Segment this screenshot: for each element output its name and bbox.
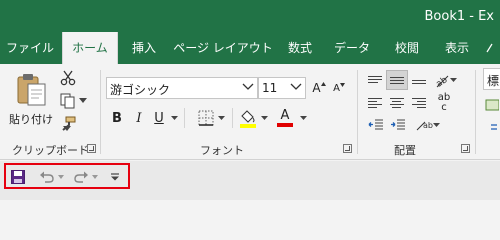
font-dialog-launcher[interactable] xyxy=(343,144,352,153)
title-bar: Book1 - Ex xyxy=(0,0,500,32)
align-bottom-button[interactable] xyxy=(410,70,428,88)
clipboard-dialog-launcher[interactable] xyxy=(87,144,96,153)
font-color-button[interactable]: A xyxy=(270,106,300,130)
grow-font-button[interactable]: A xyxy=(310,77,328,99)
chevron-down-icon xyxy=(242,83,254,90)
increase-indent-button[interactable] xyxy=(388,116,408,134)
scissors-icon xyxy=(60,70,76,86)
currency-button[interactable] xyxy=(484,96,500,114)
chevron-down-icon xyxy=(449,77,457,82)
svg-text:ab: ab xyxy=(423,121,433,130)
align-middle-button[interactable] xyxy=(386,70,408,90)
tab-data[interactable]: データ xyxy=(324,32,380,64)
wrap-text-button[interactable]: ab c xyxy=(432,92,456,114)
decrease-indent-icon xyxy=(368,119,383,130)
number-format-value: 標 xyxy=(487,74,500,88)
ribbon: 貼り付け クリップボード 游ゴシック 11 A A B I U A フォント a… xyxy=(0,64,500,160)
font-color-label: A xyxy=(280,108,290,123)
chevron-down-icon xyxy=(170,115,178,120)
align-bottom-icon xyxy=(412,78,426,86)
clipboard-group-label: クリップボード xyxy=(12,144,89,157)
font-size-value: 11 xyxy=(262,81,278,95)
underline-button[interactable]: U xyxy=(150,108,168,128)
paint-bucket-icon xyxy=(239,110,256,128)
tab-view[interactable]: 表示 xyxy=(434,32,480,64)
chevron-down-icon xyxy=(290,83,302,90)
number-format-combo[interactable]: 標 xyxy=(483,68,500,90)
underline-dropdown[interactable] xyxy=(168,108,180,128)
fill-color-button[interactable] xyxy=(238,106,268,130)
tab-more[interactable] xyxy=(484,32,500,64)
cut-button[interactable] xyxy=(58,68,78,88)
format-painter-button[interactable] xyxy=(58,114,78,134)
align-center-button[interactable] xyxy=(388,94,406,112)
font-group-label: フォント xyxy=(200,144,244,157)
chevron-down-icon xyxy=(217,115,225,120)
font-color-swatch xyxy=(277,123,293,127)
alignment-group-label: 配置 xyxy=(394,144,416,157)
font-name-value: 游ゴシック xyxy=(110,83,171,97)
chevron-down-icon xyxy=(260,115,268,120)
caret-down-icon xyxy=(339,83,345,87)
angle-text-icon: ab xyxy=(416,121,433,131)
align-right-button[interactable] xyxy=(410,94,428,112)
font-name-combo[interactable]: 游ゴシック xyxy=(106,77,258,99)
italic-button[interactable]: I xyxy=(130,108,148,128)
group-divider xyxy=(475,70,476,154)
font-size-combo[interactable]: 11 xyxy=(258,77,306,99)
align-center-icon xyxy=(390,96,404,110)
borders-icon xyxy=(198,110,213,126)
paste-label: 貼り付け xyxy=(9,112,53,126)
tab-page-layout[interactable]: ページ レイアウト xyxy=(170,32,276,64)
bold-button[interactable]: B xyxy=(108,108,126,128)
orientation-icon: ab xyxy=(434,75,449,88)
wrap-text-label2: c xyxy=(441,102,447,113)
tab-file[interactable]: ファイル xyxy=(0,32,60,64)
copy-button[interactable] xyxy=(58,91,88,111)
divider xyxy=(232,108,233,128)
paste-icon xyxy=(17,73,46,105)
chevron-down-icon xyxy=(432,122,440,127)
align-middle-icon xyxy=(390,75,404,86)
copy-icon xyxy=(60,93,74,109)
borders-button[interactable] xyxy=(194,108,228,128)
tab-overflow-icon xyxy=(486,43,493,53)
grow-font-label: A xyxy=(312,81,321,95)
font-color-dropdown[interactable] xyxy=(298,108,308,128)
align-right-icon xyxy=(412,96,426,110)
tab-home[interactable]: ホーム xyxy=(62,32,118,64)
window-title: Book1 - Ex xyxy=(424,9,495,24)
ribbon-tab-bar: ファイル ホーム 挿入 ページ レイアウト 数式 データ 校閲 表示 xyxy=(0,32,500,64)
tab-review[interactable]: 校閲 xyxy=(384,32,430,64)
align-top-icon xyxy=(368,74,382,85)
align-top-button[interactable] xyxy=(366,70,384,88)
group-divider xyxy=(357,70,358,154)
decrease-indent-button[interactable] xyxy=(366,116,386,134)
decimal-icon xyxy=(491,124,497,130)
paste-button[interactable]: 貼り付け xyxy=(8,68,54,130)
align-left-button[interactable] xyxy=(366,94,384,112)
divider xyxy=(184,108,185,128)
group-divider xyxy=(100,70,101,154)
decimal-button[interactable] xyxy=(486,120,500,138)
merge-button[interactable]: ab xyxy=(412,116,442,134)
align-left-icon xyxy=(368,96,382,110)
caret-up-icon xyxy=(320,82,326,86)
currency-icon xyxy=(485,99,499,111)
alignment-dialog-launcher[interactable] xyxy=(461,144,470,153)
chevron-down-icon xyxy=(299,115,307,120)
qat-highlight-box xyxy=(4,163,130,189)
shrink-font-label: A xyxy=(333,82,340,94)
tab-formulas[interactable]: 数式 xyxy=(280,32,320,64)
format-painter-icon xyxy=(62,116,76,131)
tab-insert[interactable]: 挿入 xyxy=(122,32,166,64)
increase-indent-icon xyxy=(391,119,405,130)
orientation-button[interactable]: ab xyxy=(432,70,458,90)
shrink-font-button[interactable]: A xyxy=(330,77,348,99)
chevron-down-icon xyxy=(78,98,87,103)
